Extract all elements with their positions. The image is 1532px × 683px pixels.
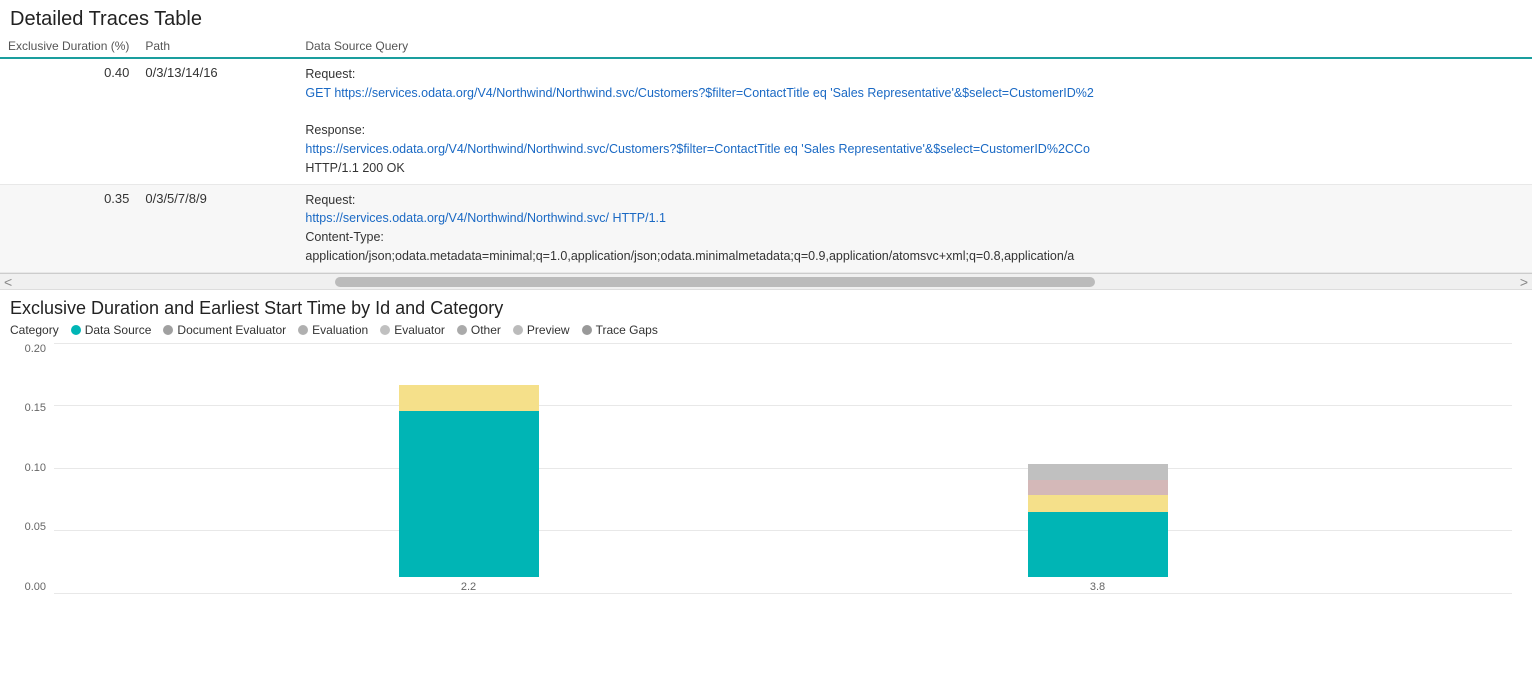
cell-query-1: Request: https://services.odata.org/V4/No… (297, 184, 1532, 272)
bar-segment-tracegaps-2 (1028, 464, 1168, 480)
y-label-4: 0.00 (25, 581, 46, 593)
legend-item-datasource: Data Source (71, 323, 152, 337)
col-header-path: Path (137, 35, 297, 58)
legend-label-other: Other (471, 323, 501, 337)
legend-item-evaluation: Evaluation (298, 323, 368, 337)
cell-path-0: 0/3/13/14/16 (137, 58, 297, 184)
legend-label-preview: Preview (527, 323, 570, 337)
y-label-1: 0.15 (25, 402, 46, 414)
col-header-query: Data Source Query (297, 35, 1532, 58)
legend-dot-other (457, 325, 467, 335)
legend-label-evaluation: Evaluation (312, 323, 368, 337)
chart-title: Exclusive Duration and Earliest Start Ti… (10, 298, 1522, 319)
table-row: 0.400/3/13/14/16 Request: GET https://serv… (0, 58, 1532, 184)
legend-item-tracegaps: Trace Gaps (582, 323, 658, 337)
query-line: Content-Type: (305, 230, 384, 244)
cell-duration-1: 0.35 (0, 184, 137, 272)
cell-path-1: 0/3/5/7/8/9 (137, 184, 297, 272)
legend-dot-evaluator (380, 325, 390, 335)
page-title: Detailed Traces Table (0, 0, 1532, 35)
y-label-2: 0.10 (25, 462, 46, 474)
chart-area: 0.20 0.15 0.10 0.05 0.00 (10, 343, 1522, 623)
query-line: https://services.odata.org/V4/Northwind/… (305, 142, 1090, 156)
query-line: https://services.odata.org/V4/Northwind/… (305, 211, 666, 225)
horizontal-scrollbar[interactable]: < > (0, 274, 1532, 290)
bar-group-1: 2.2 (399, 385, 539, 593)
bars-area: 2.2 3.8 (54, 343, 1512, 593)
table-row: 0.350/3/5/7/8/9 Request: https://services.… (0, 184, 1532, 272)
query-line: HTTP/1.1 200 OK (305, 161, 404, 175)
legend-category-label: Category (10, 323, 59, 337)
legend-item-other: Other (457, 323, 501, 337)
legend-item-evaluator: Evaluator (380, 323, 445, 337)
bar-group-2: 3.8 (1028, 464, 1168, 593)
legend-dot-evaluation (298, 325, 308, 335)
legend-dot-tracegaps (582, 325, 592, 335)
y-axis-labels: 0.20 0.15 0.10 0.05 0.00 (10, 343, 50, 593)
query-line: Request: (305, 67, 355, 81)
chart-legend: Category Data Source Document Evaluator … (10, 323, 1522, 337)
bar-xlabel-2: 3.8 (1090, 581, 1105, 593)
trace-table-wrapper: Exclusive Duration (%) Path Data Source … (0, 35, 1532, 274)
legend-dot-docevaluator (163, 325, 173, 335)
bar-segment-eval-2 (1028, 480, 1168, 496)
bar-segment-datasource-1 (399, 411, 539, 576)
stacked-bar-1 (399, 385, 539, 577)
trace-table: Exclusive Duration (%) Path Data Source … (0, 35, 1532, 273)
legend-label-tracegaps: Trace Gaps (596, 323, 658, 337)
query-line: application/json;odata.metadata=minimal;… (305, 249, 1074, 263)
legend-dot-preview (513, 325, 523, 335)
y-label-0: 0.20 (25, 343, 46, 355)
legend-dot-datasource (71, 325, 81, 335)
query-line: Response: (305, 123, 365, 137)
col-header-duration: Exclusive Duration (%) (0, 35, 137, 58)
bar-segment-other-1 (399, 385, 539, 412)
scroll-left-arrow[interactable]: < (4, 274, 12, 290)
y-label-3: 0.05 (25, 521, 46, 533)
bar-segment-datasource-2 (1028, 512, 1168, 576)
grid-line-4 (54, 593, 1512, 594)
cell-query-0: Request: GET https://services.odata.org/V… (297, 58, 1532, 184)
legend-label-evaluator: Evaluator (394, 323, 445, 337)
legend-item-preview: Preview (513, 323, 570, 337)
legend-label-docevaluator: Document Evaluator (177, 323, 286, 337)
stacked-bar-2 (1028, 464, 1168, 577)
scroll-right-arrow[interactable]: > (1520, 274, 1528, 290)
bar-segment-other-2 (1028, 495, 1168, 512)
scrollbar-thumb[interactable] (335, 277, 1095, 287)
legend-item-docevaluator: Document Evaluator (163, 323, 286, 337)
chart-section: Exclusive Duration and Earliest Start Ti… (0, 290, 1532, 623)
chart-inner: 2.2 3.8 (54, 343, 1512, 593)
legend-label-datasource: Data Source (85, 323, 152, 337)
query-line: GET https://services.odata.org/V4/Northw… (305, 86, 1093, 100)
query-line: Request: (305, 193, 355, 207)
cell-duration-0: 0.40 (0, 58, 137, 184)
bar-xlabel-1: 2.2 (461, 581, 476, 593)
